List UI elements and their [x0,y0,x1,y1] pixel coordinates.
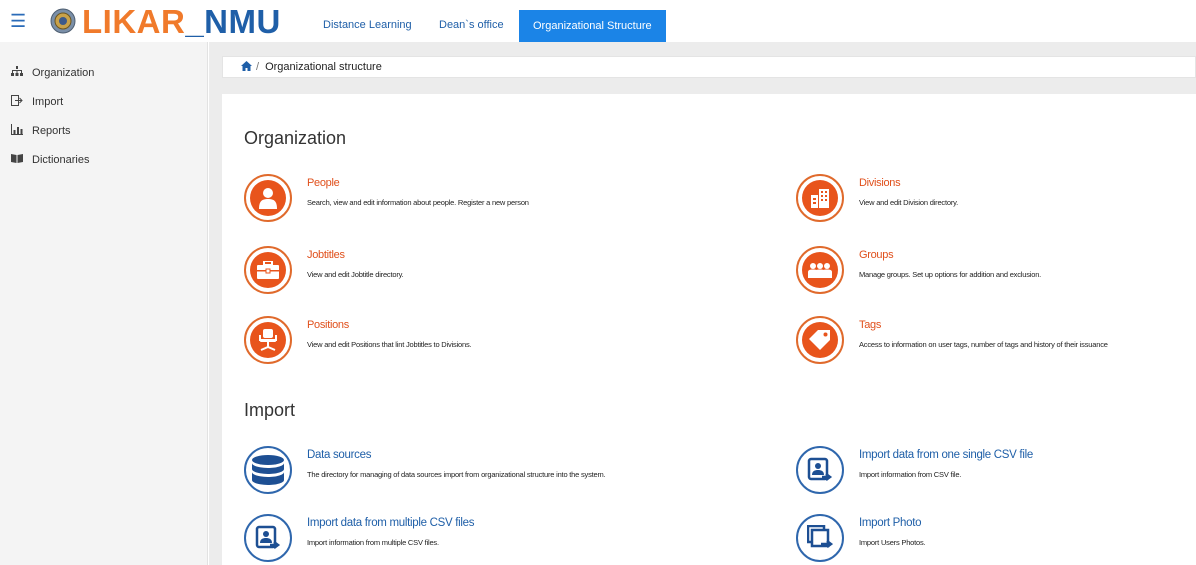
tile-groups[interactable]: Groups Manage groups. Set up options for… [796,246,1196,294]
tag-icon [809,330,830,350]
tile-description: Access to information on user tags, numb… [859,340,1108,349]
tile-data-sources[interactable]: Data sources The directory for managing … [244,446,704,494]
sidebar-item-import[interactable]: Import [10,92,63,112]
top-bar: ☰ LIKAR_NMU Distance Learning Dean`s off… [0,0,1196,42]
nav-organizational-structure[interactable]: Organizational Structure [519,10,666,42]
contact-import-icon [255,525,281,549]
tile-title: Import data from multiple CSV files [307,517,475,529]
tile-description: View and edit Jobtitle directory. [307,270,404,279]
tile-description: Import information from CSV file. [859,470,962,479]
tile-title: Divisions [859,177,901,189]
import-icon [10,95,24,109]
tile-title: People [307,177,340,189]
section-title-organization: Organization [244,128,347,148]
brand-logo[interactable]: LIKAR_NMU [82,4,281,40]
sidebar-item-dictionaries[interactable]: Dictionaries [10,150,89,170]
photo-import-icon [807,525,833,548]
tile-icon-circle [796,246,844,294]
hamburger-menu-icon[interactable]: ☰ [10,11,26,31]
home-icon[interactable] [241,60,252,74]
tile-people[interactable]: People Search, view and edit information… [244,174,704,222]
database-icon [252,455,284,485]
tile-divisions[interactable]: Divisions View and edit Division directo… [796,174,1196,222]
contact-import-icon [807,457,833,481]
book-icon [10,153,24,167]
tile-description: Import Users Photos. [859,538,926,547]
sidebar-item-label: Reports [32,125,71,137]
tile-title: Jobtitles [307,249,345,261]
sidebar-item-label: Organization [32,67,95,79]
briefcase-icon [257,261,279,279]
office-chair-icon [259,329,277,351]
sidebar: Organization Import Reports Dictionaries [0,42,208,565]
tile-import-single-csv[interactable]: Import data from one single CSV file Imp… [796,446,1196,494]
tile-description: View and edit Division directory. [859,198,959,207]
tile-description: Import information from multiple CSV fil… [307,538,439,547]
tile-positions[interactable]: Positions View and edit Positions that l… [244,316,704,364]
tile-icon-circle [796,446,844,494]
bar-chart-icon [10,124,24,138]
tile-description: Search, view and edit information about … [307,198,529,207]
sidebar-item-organization[interactable]: Organization [10,63,94,83]
tile-title: Import data from one single CSV file [859,449,1033,461]
tile-icon-circle [796,514,844,562]
person-icon [259,188,277,209]
sitemap-icon [10,66,24,80]
breadcrumb: / Organizational structure [222,56,1196,78]
main-panel: Organization People Search, view and edi… [222,94,1196,565]
tile-icon-circle [244,174,292,222]
sidebar-item-label: Import [32,96,64,108]
tile-title: Data sources [307,449,372,461]
sidebar-item-reports[interactable]: Reports [10,121,71,141]
tile-icon-circle [244,246,292,294]
university-emblem-icon [50,8,76,34]
tile-description: View and edit Positions that lint Jobtit… [307,340,472,349]
tile-jobtitles[interactable]: Jobtitles View and edit Jobtitle directo… [244,246,704,294]
brand-text-nmu: _NMU [185,3,281,40]
breadcrumb-current: Organizational structure [265,61,382,73]
tile-icon-circle [244,514,292,562]
users-icon [808,263,832,278]
tile-import-photo[interactable]: Import Photo Import Users Photos. [796,514,1196,562]
tile-description: The directory for managing of data sourc… [307,470,606,479]
tile-title: Import Photo [859,517,922,529]
app-root: ☰ LIKAR_NMU Distance Learning Dean`s off… [0,0,1196,565]
tile-import-multiple-csv[interactable]: Import data from multiple CSV files Impo… [244,514,704,562]
tile-description: Manage groups. Set up options for additi… [859,270,1042,279]
tile-tags[interactable]: Tags Access to information on user tags,… [796,316,1196,364]
breadcrumb-separator: / [256,61,260,73]
sidebar-item-label: Dictionaries [32,154,90,166]
tile-title: Positions [307,319,349,331]
nav-deans-office[interactable]: Dean`s office [431,10,512,40]
nav-distance-learning[interactable]: Distance Learning [315,10,420,40]
section-title-import: Import [244,400,296,420]
tile-title: Tags [859,319,882,331]
building-icon [811,189,829,208]
tile-icon-circle [796,174,844,222]
tile-icon-circle [244,316,292,364]
tile-title: Groups [859,249,894,261]
tile-icon-circle [244,446,292,494]
tile-icon-circle [796,316,844,364]
brand-text-likar: LIKAR [82,3,186,40]
